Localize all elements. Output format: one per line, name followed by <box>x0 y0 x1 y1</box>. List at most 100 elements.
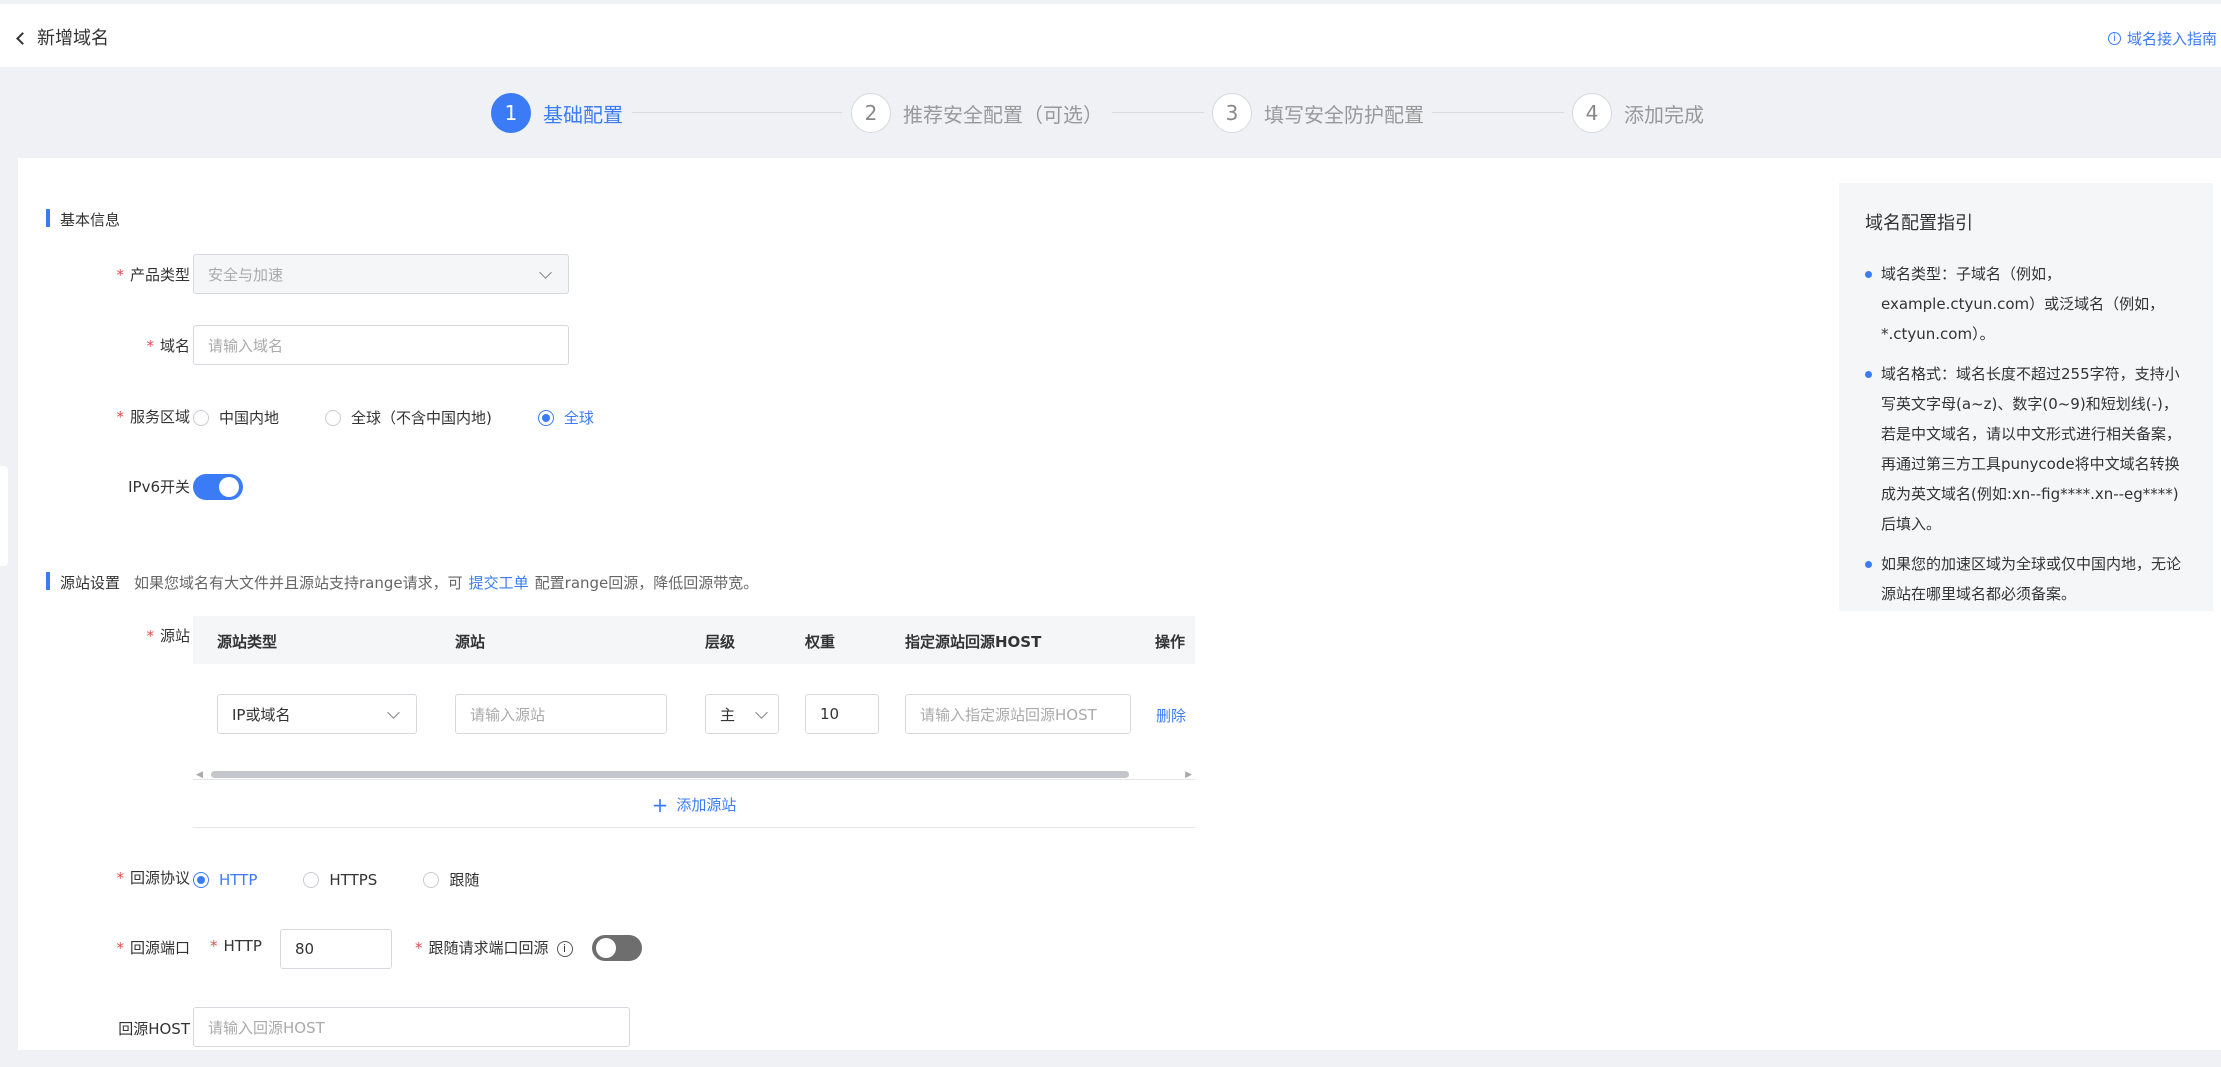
service-area-radios: 中国内地 全球（不含中国内地) 全球 <box>193 407 640 428</box>
step-number: 4 <box>1572 93 1612 133</box>
domain-placeholder: 请输入域名 <box>208 336 284 355</box>
radio-dot <box>423 871 440 888</box>
guide-title: 域名配置指引 <box>1865 213 1973 234</box>
step-number: 2 <box>851 93 891 133</box>
chevron-down-icon <box>755 706 768 719</box>
stepper: 1 基础配置 2 推荐安全配置（可选） 3 填写安全防护配置 4 添加完成 <box>0 92 2221 134</box>
step-number: 3 <box>1212 93 1252 133</box>
domain-input[interactable]: 请输入域名 <box>193 325 569 365</box>
plus-icon: + <box>651 792 669 817</box>
chevron-down-icon <box>539 266 552 279</box>
ipv6-toggle[interactable] <box>193 474 243 500</box>
follow-port-toggle[interactable] <box>592 935 642 961</box>
col-source: 源站 <box>455 633 486 651</box>
section-basic-info: 基本信息 <box>45 209 121 230</box>
protocol-label: * 回源协议 <box>116 869 190 887</box>
product-type-value: 安全与加速 <box>208 265 284 284</box>
weight-value: 10 <box>820 705 840 723</box>
add-source-button[interactable]: + 添加源站 <box>193 782 1195 828</box>
submit-ticket-link[interactable]: 提交工单 <box>469 574 529 592</box>
product-type-label: * 产品类型 <box>116 266 190 284</box>
weight-input[interactable]: 10 <box>805 694 879 734</box>
radio-dot <box>325 409 342 426</box>
chevron-left-icon <box>16 31 29 45</box>
radio-dot <box>303 871 320 888</box>
section-title: 基本信息 <box>60 211 121 229</box>
col-action: 操作 <box>1155 633 1186 651</box>
step-label: 推荐安全配置（可选） <box>903 102 1103 127</box>
back-source-host-placeholder: 请输入回源HOST <box>208 1018 325 1037</box>
product-type-select[interactable]: 安全与加速 <box>193 254 569 294</box>
step-connector <box>1112 112 1204 113</box>
step-number: 1 <box>491 93 531 133</box>
col-level: 层级 <box>705 633 736 651</box>
radio-global-excl-china[interactable]: 全球（不含中国内地) <box>325 407 492 428</box>
guide-item: 域名类型：子域名（例如，example.ctyun.com）或泛域名（例如，*.… <box>1865 259 2187 349</box>
scrollbar-thumb[interactable] <box>211 771 1129 778</box>
scroll-right-icon[interactable]: ▶ <box>1185 770 1192 780</box>
step-2: 2 推荐安全配置（可选） <box>851 92 1103 134</box>
origin-host-label: 回源HOST <box>118 1020 190 1038</box>
toggle-knob <box>596 938 616 958</box>
source-placeholder: 请输入源站 <box>470 705 546 724</box>
table-row: IP或域名 请输入源站 主 10 请输入指定源站回源HOST 删除 <box>193 664 1195 768</box>
info-icon[interactable]: i <box>556 940 573 957</box>
step-4: 4 添加完成 <box>1572 92 1704 134</box>
section-title: 源站设置 <box>60 574 121 592</box>
protocol-radios: HTTP HTTPS 跟随 <box>193 869 525 890</box>
step-connector <box>632 112 842 113</box>
domain-guide-label: 域名接入指南 <box>2126 30 2217 48</box>
source-type-value: IP或域名 <box>232 705 291 724</box>
col-origin-host: 指定源站回源HOST <box>905 633 1042 651</box>
radio-dot <box>193 871 209 888</box>
http-port-input[interactable]: 80 <box>280 929 392 969</box>
guide-list: 域名类型：子域名（例如，example.ctyun.com）或泛域名（例如，*.… <box>1865 259 2187 609</box>
table-header: 源站类型 源站 层级 权重 指定源站回源HOST 操作 <box>193 616 1195 664</box>
guide-item: 域名格式：域名长度不超过255字符，支持小写英文字母(a~z)、数字(0~9)和… <box>1865 359 2187 539</box>
radio-china-mainland[interactable]: 中国内地 <box>193 407 279 428</box>
col-weight: 权重 <box>805 633 836 651</box>
guide-item: 如果您的加速区域为全球或仅中国内地，无论源站在哪里域名都必须备案。 <box>1865 549 2187 609</box>
delete-source-button[interactable]: 删除 <box>1156 705 1186 726</box>
domain-label: * 域名 <box>146 337 190 355</box>
radio-https[interactable]: HTTPS <box>303 871 377 889</box>
origin-note: 如果您域名有大文件并且源站支持range请求，可 提交工单 配置range回源，降低… <box>134 574 759 592</box>
scroll-left-icon[interactable]: ◀ <box>196 770 203 780</box>
port-label: * 回源端口 <box>116 939 190 957</box>
chevron-down-icon <box>387 706 400 719</box>
http-port-label: * HTTP <box>210 937 262 955</box>
step-label: 填写安全防护配置 <box>1264 102 1424 127</box>
radio-follow[interactable]: 跟随 <box>423 869 479 890</box>
source-label: * 源站 <box>146 627 190 645</box>
step-label: 基础配置 <box>543 102 623 127</box>
back-source-host-input[interactable]: 请输入回源HOST <box>193 1007 630 1047</box>
toggle-knob <box>219 477 239 497</box>
collapse-handle[interactable] <box>0 466 8 566</box>
section-origin-settings: 源站设置 如果您域名有大文件并且源站支持range请求，可 提交工单 配置range… <box>45 572 759 593</box>
domain-guide-link[interactable]: i 域名接入指南 <box>2107 28 2217 49</box>
page-title: 新增域名 <box>37 28 109 49</box>
level-value: 主 <box>720 705 736 724</box>
http-port-value: 80 <box>295 940 315 958</box>
source-input[interactable]: 请输入源站 <box>455 694 667 734</box>
step-label: 添加完成 <box>1624 102 1704 127</box>
radio-global[interactable]: 全球 <box>537 407 594 428</box>
origin-host-input[interactable]: 请输入指定源站回源HOST <box>905 694 1131 734</box>
radio-http[interactable]: HTTP <box>193 871 257 889</box>
step-3: 3 填写安全防护配置 <box>1212 92 1424 134</box>
top-bar: 新增域名 i 域名接入指南 <box>0 4 2221 68</box>
step-connector <box>1432 112 1564 113</box>
info-icon: i <box>2107 32 2121 45</box>
config-guide-panel: 域名配置指引 域名类型：子域名（例如，example.ctyun.com）或泛域… <box>1839 183 2213 611</box>
source-table: 源站类型 源站 层级 权重 指定源站回源HOST 操作 IP或域名 请输入源站 … <box>193 616 1195 828</box>
radio-dot <box>193 409 209 426</box>
table-scrollbar[interactable]: ◀ ▶ <box>193 768 1195 780</box>
radio-dot <box>537 409 554 426</box>
level-select[interactable]: 主 <box>705 694 779 734</box>
back-button[interactable]: 新增域名 <box>16 24 109 50</box>
service-area-label: * 服务区域 <box>116 408 190 426</box>
source-type-select[interactable]: IP或域名 <box>217 694 417 734</box>
ipv6-label: IPv6开关 <box>128 478 190 496</box>
follow-port-label: * 跟随请求端口回源 i <box>415 937 573 958</box>
col-source-type: 源站类型 <box>217 633 278 651</box>
